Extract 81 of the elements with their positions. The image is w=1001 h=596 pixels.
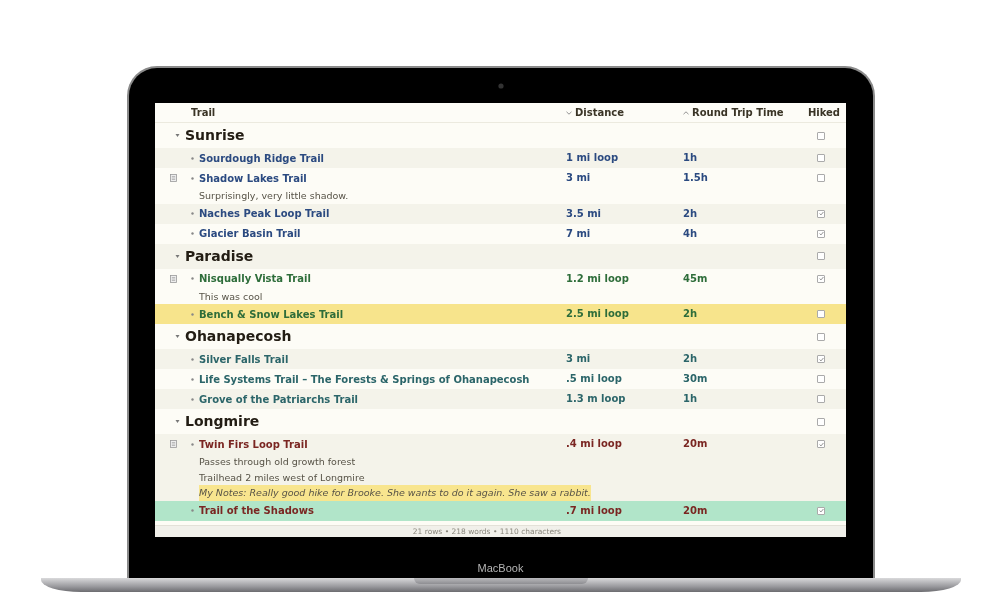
distance-value: .7 mi loop: [566, 503, 623, 518]
note-icon[interactable]: [169, 440, 177, 448]
disclosure-triangle-icon[interactable]: [175, 253, 180, 259]
bullet-icon: [191, 509, 194, 512]
note-icon[interactable]: [169, 274, 177, 283]
time-value: 1h: [683, 151, 699, 165]
trail-name: Silver Falls Trail: [199, 353, 289, 365]
distance-value: 3.5 mi: [566, 206, 603, 221]
bullet-icon: [191, 176, 194, 180]
hiked-checkbox[interactable]: [817, 440, 825, 448]
hiked-checkbox[interactable]: [817, 209, 825, 218]
device-label: MacBook: [477, 562, 524, 574]
trail-name: Trail of the Shadows: [199, 505, 314, 516]
distance-value: 1.3 m loop: [566, 392, 627, 406]
distance-value: 1 mi loop: [566, 151, 620, 165]
hiked-checkbox[interactable]: [817, 355, 825, 363]
hiked-checkbox[interactable]: [817, 154, 825, 162]
group-title: Sunrise: [185, 126, 245, 145]
time-value: 2h: [683, 307, 699, 321]
group-title: Ohanapecosh: [185, 327, 292, 346]
time-value: 1h: [683, 392, 699, 406]
time-value: 1.5h: [683, 171, 709, 185]
column-header[interactable]: Hiked: [807, 107, 840, 118]
time-value: 2h: [683, 206, 699, 221]
time-value: 20m: [683, 437, 709, 451]
bullet-icon: [191, 442, 194, 446]
trail-name: Bench & Snow Lakes Trail: [199, 308, 344, 320]
trail-name: Glacier Basin Trail: [199, 228, 301, 239]
time-value: 30m: [683, 372, 709, 386]
distance-value: 1.2 mi loop: [566, 271, 630, 286]
time-value: 45m: [683, 271, 709, 286]
hiked-checkbox[interactable]: [817, 417, 825, 426]
distance-value: 7 mi: [566, 226, 592, 241]
trail-note: Surprisingly, very little shadow.: [199, 189, 349, 203]
bullet-icon: [191, 212, 194, 215]
group-title: Paradise: [185, 246, 254, 266]
disclosure-triangle-icon[interactable]: [175, 334, 180, 339]
trail-name: Sourdough Ridge Trail: [199, 152, 324, 164]
hiked-checkbox[interactable]: [817, 252, 825, 260]
trail-note: My Notes: Really good hike for Brooke. She wants to do it again. She saw a rabbit.: [199, 485, 591, 501]
hiked-checkbox[interactable]: [817, 131, 825, 140]
column-header[interactable]: Distance: [575, 107, 625, 118]
disclosure-triangle-icon[interactable]: [175, 133, 180, 138]
hiked-checkbox[interactable]: [817, 332, 825, 341]
bullet-icon: [191, 357, 194, 361]
bullet-icon: [191, 232, 194, 235]
bullet-icon: [191, 312, 194, 316]
column-header[interactable]: Round Trip Time: [692, 107, 784, 118]
bullet-icon: [191, 277, 194, 280]
trail-name: Twin Firs Loop Trail: [199, 438, 308, 450]
disclosure-triangle-icon[interactable]: [175, 419, 180, 424]
bullet-icon: [191, 156, 194, 160]
time-value: 2h: [683, 352, 699, 366]
time-value: 4h: [683, 226, 699, 241]
group-title: Longmire: [185, 412, 260, 431]
distance-value: 3 mi: [566, 171, 592, 185]
trail-note: Passes through old growth forest: [199, 455, 356, 469]
trail-name: Shadow Lakes Trail: [199, 172, 307, 184]
distance-value: 2.5 mi loop: [566, 307, 630, 321]
time-value: 20m: [683, 503, 709, 518]
hiked-checkbox[interactable]: [817, 229, 825, 238]
trail-note: Trailhead 2 miles west of Longmire: [199, 470, 365, 485]
distance-value: 3 mi: [566, 352, 592, 366]
distance-value: .5 mi loop: [566, 372, 623, 386]
trail-name: Nisqually Vista Trail: [199, 273, 311, 284]
trail-note: This was cool: [199, 289, 263, 304]
trail-name: Life Systems Trail – The Forests & Springs of Ohanapecosh: [199, 373, 530, 385]
trail-name: Grove of the Patriarchs Trail: [199, 393, 359, 405]
hiked-checkbox[interactable]: [817, 395, 825, 403]
hiked-checkbox[interactable]: [817, 174, 825, 182]
bullet-icon: [191, 377, 194, 381]
trail-name: Naches Peak Loop Trail: [199, 208, 330, 219]
hiked-checkbox[interactable]: [817, 375, 825, 383]
hiked-checkbox[interactable]: [817, 310, 825, 318]
hiked-checkbox[interactable]: [817, 506, 825, 515]
distance-value: .4 mi loop: [566, 437, 623, 451]
note-icon[interactable]: [169, 174, 177, 182]
camera-icon: [497, 82, 504, 89]
bullet-icon: [191, 397, 194, 401]
hiked-checkbox[interactable]: [817, 274, 825, 283]
column-header[interactable]: Trail: [191, 107, 216, 118]
